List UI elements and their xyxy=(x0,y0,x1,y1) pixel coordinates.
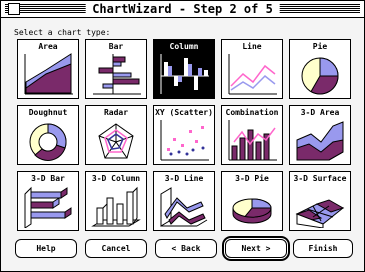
chart-type-label: Line xyxy=(242,42,262,51)
chart-type-pie[interactable]: Pie xyxy=(289,39,351,99)
chart-type-label: 3-D Bar xyxy=(31,174,65,183)
chart-type-label: Doughnut xyxy=(28,108,68,117)
3d-line-chart-icon xyxy=(160,187,208,227)
cancel-button[interactable]: Cancel xyxy=(85,239,147,258)
chart-type-3d-surface[interactable]: 3-D Surface xyxy=(289,171,351,231)
chart-type-label: 3-D Pie xyxy=(235,174,269,183)
chart-type-label: Pie xyxy=(312,42,328,51)
chart-type-column[interactable]: Column xyxy=(153,39,215,99)
chart-type-label: Bar xyxy=(108,42,124,51)
3d-pie-chart-icon xyxy=(232,198,272,224)
title-bar[interactable]: ChartWizard - Step 2 of 5 xyxy=(1,1,364,18)
3d-column-chart-icon xyxy=(91,186,141,227)
chart-type-label: Area xyxy=(38,42,58,51)
chart-type-bar[interactable]: Bar xyxy=(85,39,147,99)
chart-type-grid: Area Bar Column Line Pie Doughnut Radar … xyxy=(17,39,351,231)
chart-type-area[interactable]: Area xyxy=(17,39,79,99)
scatter-chart-icon xyxy=(160,120,209,161)
pie-chart-icon xyxy=(301,57,339,95)
chartwizard-dialog: ChartWizard - Step 2 of 5 Select a chart… xyxy=(0,0,365,272)
chart-type-label: Combination xyxy=(225,108,279,117)
chart-type-doughnut[interactable]: Doughnut xyxy=(17,105,79,165)
chart-type-label: Radar xyxy=(103,108,129,117)
line-chart-icon xyxy=(228,54,277,95)
chart-type-3d-bar[interactable]: 3-D Bar xyxy=(17,171,79,231)
chart-type-label: 3-D Area xyxy=(300,108,340,117)
window-title: ChartWizard - Step 2 of 5 xyxy=(85,1,280,17)
chart-type-label: 3-D Line xyxy=(164,174,204,183)
chart-type-combination[interactable]: Combination xyxy=(221,105,283,165)
chart-type-label: 3-D Surface xyxy=(293,174,347,183)
chart-type-3d-line[interactable]: 3-D Line xyxy=(153,171,215,231)
help-button[interactable]: Help xyxy=(15,239,77,258)
3d-area-chart-icon xyxy=(296,121,344,161)
next-button[interactable]: Next > xyxy=(225,239,287,258)
chart-type-radar[interactable]: Radar xyxy=(85,105,147,165)
chart-type-label: 3-D Column xyxy=(91,174,141,183)
close-box[interactable] xyxy=(8,3,20,15)
bar-chart-icon xyxy=(93,54,141,95)
3d-surface-chart-icon xyxy=(295,199,345,228)
chart-type-3d-area[interactable]: 3-D Area xyxy=(289,105,351,165)
chart-type-line[interactable]: Line xyxy=(221,39,283,99)
chart-type-3d-column[interactable]: 3-D Column xyxy=(85,171,147,231)
3d-bar-chart-icon xyxy=(24,186,72,228)
finish-button[interactable]: Finish xyxy=(293,239,353,258)
radar-chart-icon xyxy=(98,123,134,159)
chart-type-label: Column xyxy=(169,42,199,51)
back-button[interactable]: < Back xyxy=(155,239,217,258)
chart-type-prompt: Select a chart type: xyxy=(14,28,111,37)
chart-type-3d-pie[interactable]: 3-D Pie xyxy=(221,171,283,231)
chart-type-xy-scatter[interactable]: XY (Scatter) xyxy=(153,105,215,165)
combination-chart-icon xyxy=(228,120,277,161)
column-chart-icon xyxy=(160,54,209,94)
area-chart-icon xyxy=(24,53,73,95)
chart-type-label: XY (Scatter) xyxy=(155,108,213,117)
doughnut-chart-icon xyxy=(29,123,67,161)
